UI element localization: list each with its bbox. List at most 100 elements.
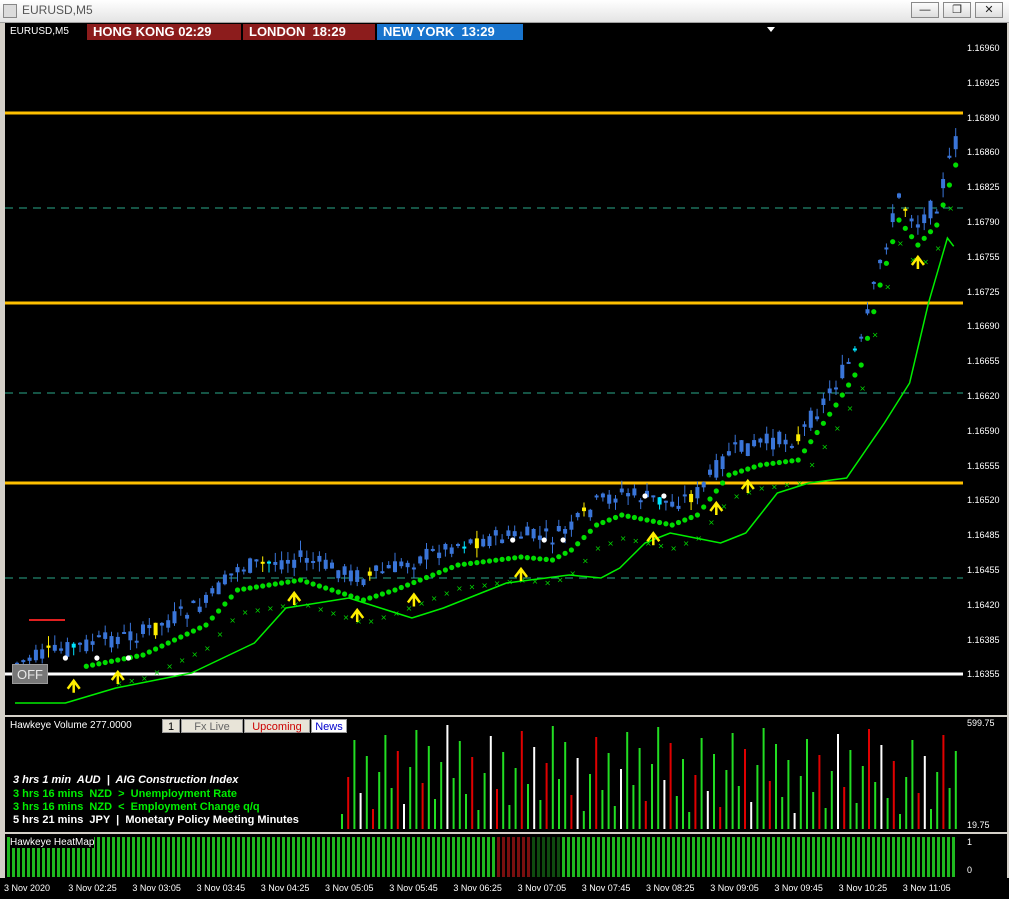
trend-dot [896,217,902,223]
trend-dot [789,458,795,464]
trend-dot [304,579,310,585]
candle-body [802,424,807,427]
trend-dot [953,162,959,168]
heatmap-bar [807,837,810,877]
trend-dot [386,589,392,595]
candle-body [651,495,656,498]
candle-body [922,214,927,224]
heatmap-bar [602,837,605,877]
close-button[interactable]: ✕ [975,2,1003,18]
trend-dot [323,585,329,591]
heatmap-bar [427,837,430,877]
trend-dot [606,517,612,523]
trend-dot [373,593,379,599]
heatmap-bar [432,837,435,877]
heatmap-bar [887,837,890,877]
news-tab-news[interactable]: News [311,719,347,733]
price-tick-label: 1.16725 [967,286,1000,297]
volume-bar [347,777,350,829]
trend-dot [934,222,940,228]
trend-dot [279,580,285,586]
heatmap-bar [952,837,955,877]
candle-body [430,548,435,551]
candle-body [241,569,246,572]
volume-bar [415,730,418,829]
stop-marker: × [859,384,866,393]
trend-dot [694,512,701,518]
candle-body [59,648,64,651]
volume-bar [942,735,945,829]
chart-window-icon [3,4,17,18]
volume-indicator-panel[interactable]: Hawkeye Volume 277.0000 1 Fx Live Upcomi… [5,717,963,832]
volume-bar [725,770,728,829]
heatmap-bar [762,837,765,877]
window-title: EURUSD,M5 [22,3,93,17]
stop-marker: × [947,204,954,213]
candle-body [865,309,870,314]
volume-bar [632,785,635,829]
heatmap-bar [502,837,505,877]
heatmap-bar [247,837,250,877]
heatmap-bar [657,837,660,877]
heatmap-bar [297,837,300,877]
stop-marker: × [658,542,665,551]
volume-bar [601,790,604,829]
volume-bar [638,748,641,829]
candle-body [670,501,675,507]
trend-dot [165,640,171,646]
volume-bar [353,740,356,829]
candle-body [739,440,744,452]
trend-dot [543,556,549,563]
candle-body [884,247,889,250]
trend-dot [682,517,688,523]
stop-marker: × [469,582,476,591]
price-chart-area[interactable]: × × × × × × × × × × × × × × × × × × × × × × × × × × × × × × × × × × × × × × × ×… [5,23,963,715]
heatmap-bar [182,837,185,877]
off-button[interactable]: OFF [12,664,48,684]
price-tick-label: 1.16620 [967,391,1000,401]
trend-dot [216,608,222,614]
heatmap-bar [597,837,600,877]
candle-body [783,439,788,445]
heatmap-bar [717,837,720,877]
heatmap-bar [822,837,825,877]
minimize-button[interactable]: — [911,2,939,18]
stop-marker: × [179,656,186,665]
heatmap-bar [662,837,665,877]
news-tab-upcoming[interactable]: Upcoming [244,719,310,733]
volume-bar [558,779,560,829]
time-tick-label: 3 Nov 02:25 [68,883,117,893]
volume-bar [700,738,703,829]
news-tab-fx-live[interactable]: Fx Live [181,719,243,733]
candle-body [632,488,637,496]
heatmap-indicator-panel[interactable]: Hawkeye HeatMap [5,834,963,878]
trend-dot [701,504,707,510]
heatmap-bar [857,837,860,877]
heatmap-bar [832,837,835,877]
heatmap-bar [267,837,270,877]
time-tick-label: 3 Nov 10:25 [838,883,888,893]
volume-bar [434,799,436,829]
heatmap-bar [687,837,690,877]
trend-dot [234,587,241,593]
price-scale[interactable]: 1.16960 1.16925 1.16890 1.16860 1.16825 1.167… [963,23,1007,715]
trend-dot [291,578,297,584]
heatmap-bar [327,837,330,877]
heatmap-bar [397,837,400,877]
heatmap-bar [877,837,880,877]
heatmap-bar [352,837,355,877]
stop-marker: × [254,606,261,615]
candle-body [273,561,278,565]
candle-body [682,494,687,497]
trend-dot [827,411,833,417]
restore-button[interactable]: ❐ [943,2,971,18]
heatmap-bar [862,837,865,877]
trend-dot [562,550,568,556]
trend-dot [871,309,877,315]
heatmap-bar [697,837,700,877]
news-tab-1[interactable]: 1 [162,719,180,733]
heatmap-bar [647,837,650,877]
trend-dot [367,595,373,601]
time-axis[interactable]: 3 Nov 2020 3 Nov 02:25 3 Nov 03:05 3 Nov 03… [0,878,1009,899]
heatmap-scale-top: 1 [967,837,973,847]
